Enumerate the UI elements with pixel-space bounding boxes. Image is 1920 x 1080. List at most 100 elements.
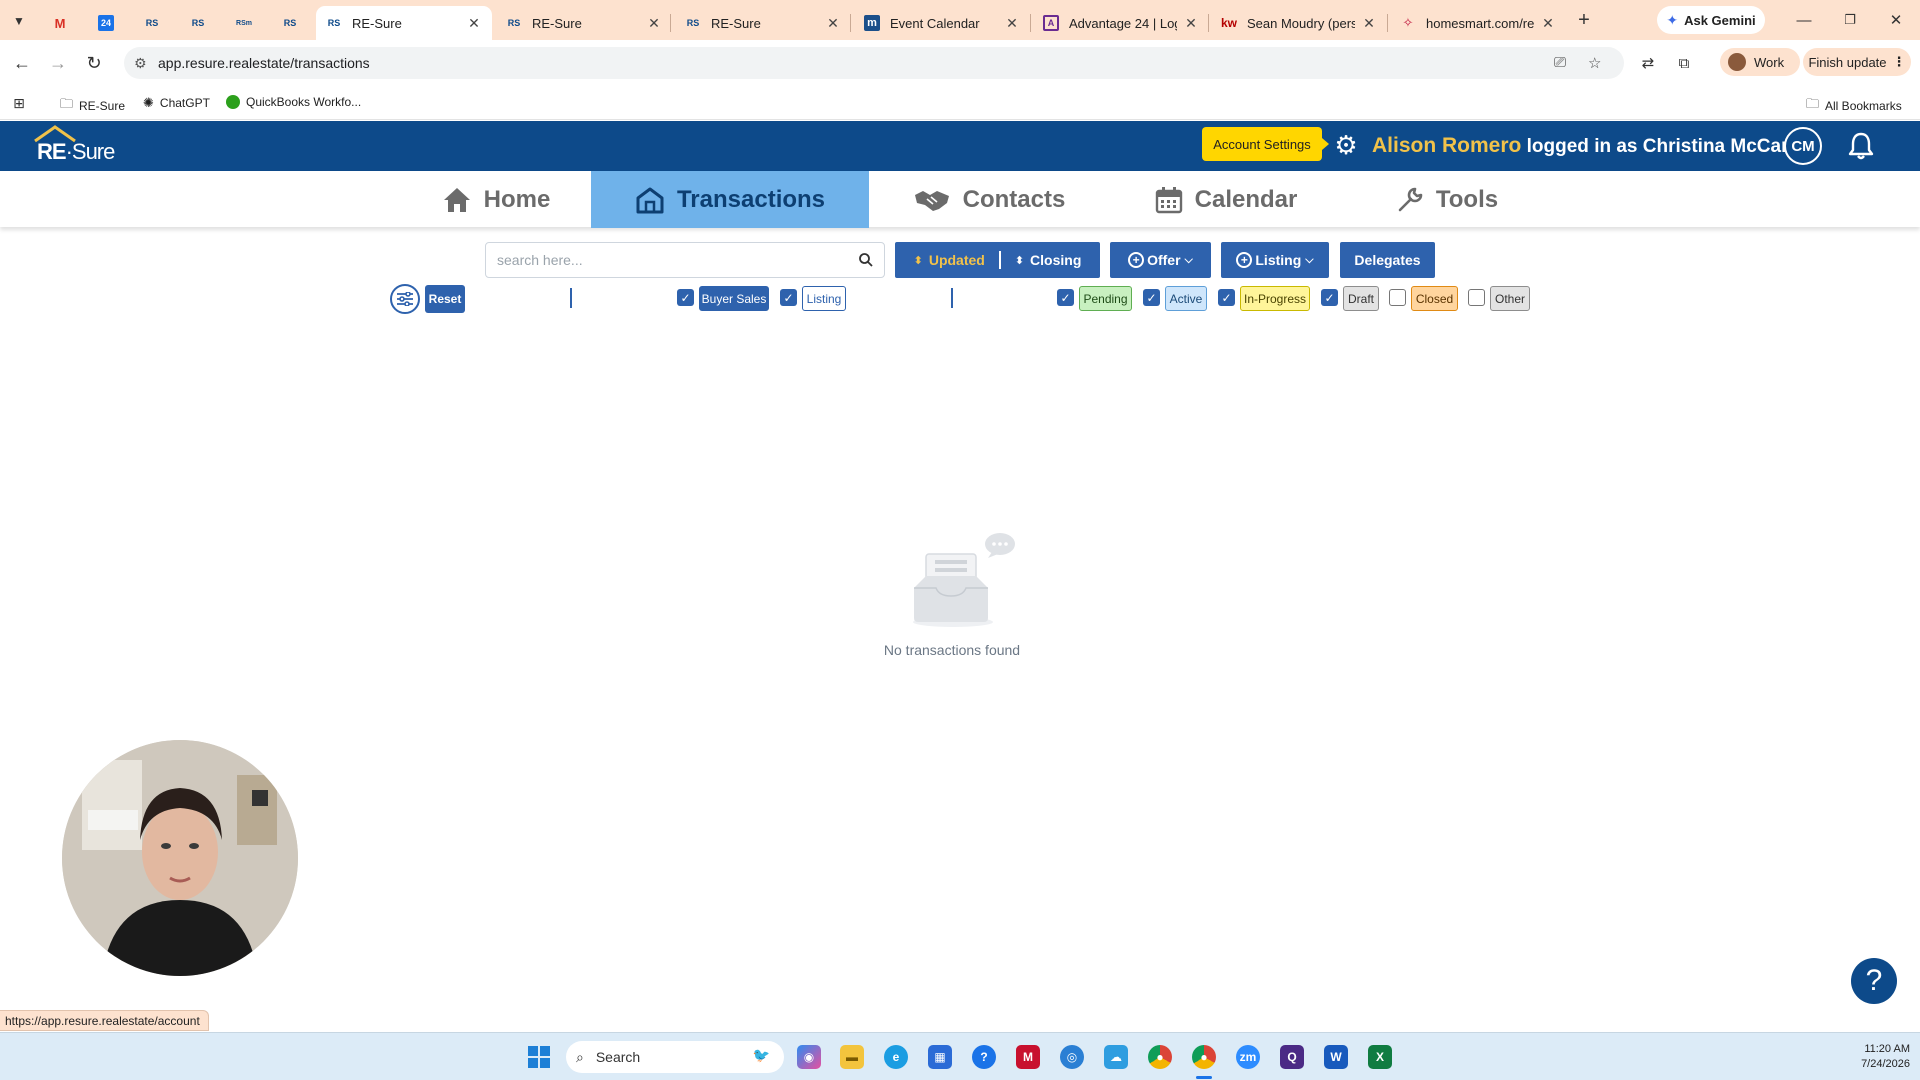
bell-icon[interactable]	[1846, 131, 1876, 161]
close-tab-icon[interactable]: ✕	[1361, 15, 1377, 32]
bookmark-chatgpt[interactable]: ✺ ChatGPT	[143, 95, 210, 111]
forward-arrow-icon[interactable]: →	[46, 51, 70, 75]
sync-icon[interactable]: ⇄	[1636, 51, 1660, 75]
closed-checkbox[interactable]	[1389, 289, 1406, 306]
apps-grid-icon[interactable]: ⊞	[10, 94, 28, 112]
tab-resure-3[interactable]: RSm	[222, 6, 266, 40]
draft-checkbox[interactable]: ✓	[1321, 289, 1338, 306]
ask-gemini-label: Ask Gemini	[1684, 12, 1756, 28]
gear-icon[interactable]: ⚙	[1333, 132, 1359, 158]
plus-circle-icon: +	[1236, 252, 1253, 268]
plus-circle-icon: +	[1128, 252, 1145, 268]
tab-resure-5[interactable]: RS RE-Sure ✕	[496, 6, 672, 40]
listing-checkbox[interactable]: ✓	[780, 289, 797, 306]
close-tab-icon[interactable]: ✕	[646, 15, 662, 32]
resure-logo[interactable]: RE·Sure	[33, 125, 133, 167]
chrome-profile-icon[interactable]: ●	[1192, 1045, 1216, 1069]
zoom-icon[interactable]: zm	[1236, 1045, 1260, 1069]
profile-chip[interactable]: Work	[1720, 48, 1800, 76]
finish-update-button[interactable]: Finish update ⋮	[1803, 48, 1911, 76]
address-bar[interactable]: ⚙ app.resure.realestate/transactions ⎚ ☆	[124, 47, 1624, 79]
nav-transactions[interactable]: Transactions	[591, 171, 869, 228]
tab-gmail[interactable]: M	[38, 6, 82, 40]
ms-store-icon[interactable]: ▦	[928, 1045, 952, 1069]
tab-kw[interactable]: kw Sean Moudry (perso ✕	[1211, 6, 1387, 40]
close-tab-icon[interactable]: ✕	[466, 15, 482, 32]
active-checkbox[interactable]: ✓	[1143, 289, 1160, 306]
tab-resure-active[interactable]: RS RE-Sure ✕	[316, 6, 492, 40]
mcafee-icon[interactable]: M	[1016, 1045, 1040, 1069]
buyer-sales-checkbox[interactable]: ✓	[677, 289, 694, 306]
tab-resure-6[interactable]: RS RE-Sure ✕	[675, 6, 851, 40]
reset-button[interactable]: Reset	[425, 285, 465, 313]
network-globe-icon[interactable]: ◎	[1060, 1045, 1084, 1069]
close-tab-icon[interactable]: ✕	[1004, 15, 1020, 32]
in-progress-checkbox[interactable]: ✓	[1218, 289, 1235, 306]
resure-favicon: RS	[145, 18, 159, 28]
folder-icon: 🗀	[1806, 96, 1820, 111]
home-icon	[442, 186, 472, 214]
tab-resure-1[interactable]: RS	[130, 6, 174, 40]
reload-icon[interactable]: ↻	[82, 51, 106, 75]
nav-calendar[interactable]: Calendar	[1140, 171, 1312, 228]
webcam-overlay[interactable]	[62, 740, 298, 976]
sort-separator	[998, 251, 1001, 269]
help-question-icon[interactable]: ?	[1851, 958, 1897, 1004]
tab-calendar-24[interactable]: 24	[84, 6, 128, 40]
search-input[interactable]: search here...	[485, 242, 885, 278]
back-arrow-icon[interactable]: ←	[10, 51, 34, 75]
window-restore-icon[interactable]: ❐	[1838, 8, 1862, 32]
extensions-puzzle-icon[interactable]: ⧉	[1672, 51, 1696, 75]
logo-sure: Sure	[71, 139, 115, 164]
file-explorer-icon[interactable]: ▬	[840, 1045, 864, 1069]
all-bookmarks[interactable]: 🗀 All Bookmarks	[1806, 95, 1902, 117]
tab-homesmart[interactable]: ✧ homesmart.com/rea ✕	[1390, 6, 1566, 40]
help-app-icon[interactable]: ?	[972, 1045, 996, 1069]
windows-start-icon[interactable]	[528, 1046, 550, 1068]
bookmark-star-icon[interactable]: ☆	[1588, 54, 1601, 72]
new-tab-plus-icon[interactable]: +	[1572, 8, 1596, 32]
folder-icon: 🗀	[60, 96, 74, 111]
close-tab-icon[interactable]: ✕	[825, 15, 841, 32]
tab-event-calendar[interactable]: m Event Calendar ✕	[854, 6, 1030, 40]
edge-icon[interactable]: e	[884, 1045, 908, 1069]
tab-resure-4[interactable]: RS	[268, 6, 312, 40]
avatar[interactable]: CM	[1784, 127, 1822, 165]
filter-sliders-icon[interactable]	[390, 284, 420, 314]
weather-app-icon[interactable]: ☁	[1104, 1045, 1128, 1069]
chrome-icon[interactable]: ●	[1148, 1045, 1172, 1069]
offer-button[interactable]: + Offer ⌵	[1110, 242, 1211, 278]
nav-tools[interactable]: Tools	[1376, 171, 1518, 228]
nav-home[interactable]: Home	[420, 171, 572, 228]
close-tab-icon[interactable]: ✕	[1183, 15, 1199, 32]
listing-button[interactable]: + Listing ⌵	[1221, 242, 1329, 278]
sort-updated-button[interactable]: Updated	[929, 252, 985, 268]
bookmark-quickbooks[interactable]: QuickBooks Workfo...	[226, 95, 361, 109]
clock-time: 11:20 AM	[1864, 1043, 1910, 1055]
other-checkbox[interactable]	[1468, 289, 1485, 306]
taskbar-search[interactable]: ⌕ Search 🐦	[566, 1041, 784, 1073]
pending-checkbox[interactable]: ✓	[1057, 289, 1074, 306]
tab-separator	[1387, 14, 1388, 32]
word-icon[interactable]: W	[1324, 1045, 1348, 1069]
nav-tools-label: Tools	[1435, 185, 1499, 213]
close-tab-icon[interactable]: ✕	[1540, 15, 1556, 32]
quickbooks-app-icon[interactable]: Q	[1280, 1045, 1304, 1069]
search-icon[interactable]	[858, 252, 874, 268]
install-app-icon[interactable]: ⎚	[1554, 54, 1566, 71]
tab-advantage24[interactable]: A Advantage 24 | Logo ✕	[1033, 6, 1209, 40]
window-close-icon[interactable]: ✕	[1884, 8, 1908, 32]
nav-contacts[interactable]: Contacts	[900, 171, 1078, 228]
copilot-icon[interactable]: ◉	[797, 1045, 821, 1069]
bookmark-resure[interactable]: 🗀 RE-Sure	[60, 95, 125, 117]
search-icon: ⌕	[576, 1048, 584, 1065]
tab-search-icon[interactable]: ▼	[8, 10, 30, 32]
ask-gemini-button[interactable]: ✦ Ask Gemini	[1657, 6, 1765, 34]
taskbar-clock[interactable]: 11:20 AM 7/24/2026	[1830, 1042, 1910, 1072]
excel-icon[interactable]: X	[1368, 1045, 1392, 1069]
delegates-button[interactable]: Delegates	[1340, 242, 1435, 278]
tab-resure-2[interactable]: RS	[176, 6, 220, 40]
sort-closing-button[interactable]: Closing	[1030, 252, 1081, 268]
window-minimize-icon[interactable]: —	[1792, 8, 1816, 32]
site-info-icon[interactable]: ⚙	[134, 55, 147, 72]
